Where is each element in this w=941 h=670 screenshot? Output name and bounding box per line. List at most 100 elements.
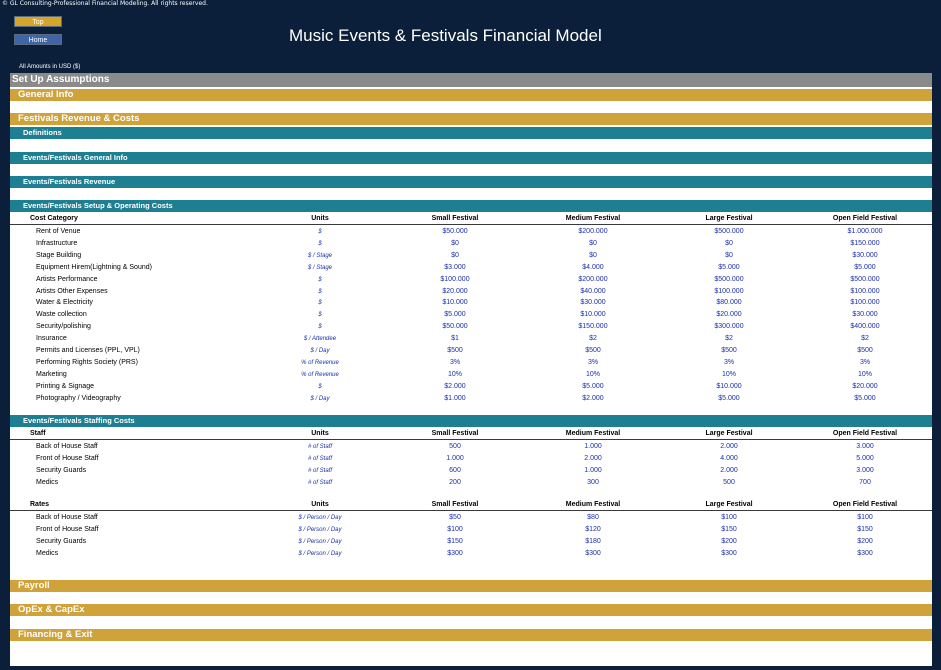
value-cell[interactable]: $1.000 [395,393,515,405]
value-cell[interactable]: $300.000 [669,321,789,333]
value-cell[interactable]: $80 [533,512,653,524]
top-button[interactable]: Top [14,16,62,27]
value-cell[interactable]: $1 [395,333,515,345]
value-cell[interactable]: $0 [395,238,515,250]
section-events-setup-costs[interactable]: Events/Festivals Setup & Operating Costs [10,200,932,212]
value-cell[interactable]: 10% [533,369,653,381]
value-cell[interactable]: $200 [669,536,789,548]
value-cell[interactable]: $500 [669,345,789,357]
section-opex-capex[interactable]: OpEx & CapEx [10,604,932,616]
value-cell[interactable]: 3.000 [805,441,925,453]
value-cell[interactable]: $20.000 [805,381,925,393]
value-cell[interactable]: $20.000 [395,286,515,298]
value-cell[interactable]: $150.000 [533,321,653,333]
value-cell[interactable]: 200 [395,477,515,489]
value-cell[interactable]: 500 [395,441,515,453]
value-cell[interactable]: 3.000 [805,465,925,477]
value-cell[interactable]: 500 [669,477,789,489]
value-cell[interactable]: $30.000 [533,297,653,309]
value-cell[interactable]: $300 [669,548,789,560]
value-cell[interactable]: $0 [533,250,653,262]
value-cell[interactable]: $500.000 [805,274,925,286]
value-cell[interactable]: 5.000 [805,453,925,465]
value-cell[interactable]: $50.000 [395,321,515,333]
value-cell[interactable]: $100.000 [805,286,925,298]
section-setup-assumptions[interactable]: Set Up Assumptions [10,73,932,87]
value-cell[interactable]: 1.000 [533,441,653,453]
value-cell[interactable]: 3% [805,357,925,369]
value-cell[interactable]: $500.000 [669,226,789,238]
value-cell[interactable]: 10% [669,369,789,381]
value-cell[interactable]: $30.000 [805,309,925,321]
value-cell[interactable]: $500 [395,345,515,357]
value-cell[interactable]: $0 [669,250,789,262]
value-cell[interactable]: $1.000.000 [805,226,925,238]
value-cell[interactable]: $100 [805,512,925,524]
value-cell[interactable]: $2.000 [395,381,515,393]
section-financing-exit[interactable]: Financing & Exit [10,629,932,641]
value-cell[interactable]: $5.000 [533,381,653,393]
value-cell[interactable]: $2 [669,333,789,345]
value-cell[interactable]: $150 [395,536,515,548]
value-cell[interactable]: $5.000 [805,262,925,274]
value-cell[interactable]: 3% [669,357,789,369]
value-cell[interactable]: $200 [805,536,925,548]
value-cell[interactable]: $5.000 [669,262,789,274]
value-cell[interactable]: $150 [805,524,925,536]
value-cell[interactable]: 3% [395,357,515,369]
value-cell[interactable]: $4.000 [533,262,653,274]
value-cell[interactable]: $20.000 [669,309,789,321]
value-cell[interactable]: $100.000 [669,286,789,298]
value-cell[interactable]: $100.000 [805,297,925,309]
value-cell[interactable]: 2.000 [533,453,653,465]
value-cell[interactable]: $10.000 [669,381,789,393]
value-cell[interactable]: 2.000 [669,441,789,453]
value-cell[interactable]: $100 [669,512,789,524]
value-cell[interactable]: $400.000 [805,321,925,333]
value-cell[interactable]: $200.000 [533,226,653,238]
section-revenue-costs[interactable]: Festivals Revenue & Costs [10,113,932,125]
value-cell[interactable]: $3.000 [395,262,515,274]
value-cell[interactable]: 300 [533,477,653,489]
value-cell[interactable]: $300 [805,548,925,560]
value-cell[interactable]: $50.000 [395,226,515,238]
value-cell[interactable]: $2.000 [533,393,653,405]
value-cell[interactable]: $80.000 [669,297,789,309]
section-definitions[interactable]: Definitions [10,127,932,139]
value-cell[interactable]: $2 [533,333,653,345]
value-cell[interactable]: $300 [533,548,653,560]
value-cell[interactable]: $150.000 [805,238,925,250]
value-cell[interactable]: $300 [395,548,515,560]
value-cell[interactable]: $100 [395,524,515,536]
value-cell[interactable]: $200.000 [533,274,653,286]
section-events-revenue[interactable]: Events/Festivals Revenue [10,176,932,188]
value-cell[interactable]: 10% [395,369,515,381]
value-cell[interactable]: $10.000 [395,297,515,309]
value-cell[interactable]: $5.000 [395,309,515,321]
value-cell[interactable]: $40.000 [533,286,653,298]
value-cell[interactable]: $150 [669,524,789,536]
value-cell[interactable]: 600 [395,465,515,477]
value-cell[interactable]: 2.000 [669,465,789,477]
value-cell[interactable]: $0 [395,250,515,262]
section-events-staffing[interactable]: Events/Festivals Staffing Costs [10,415,932,427]
value-cell[interactable]: $100.000 [395,274,515,286]
value-cell[interactable]: $0 [533,238,653,250]
value-cell[interactable]: $500 [533,345,653,357]
section-events-general-info[interactable]: Events/Festivals General Info [10,152,932,164]
value-cell[interactable]: $30.000 [805,250,925,262]
section-general-info[interactable]: General Info [10,89,932,101]
value-cell[interactable]: $2 [805,333,925,345]
value-cell[interactable]: $500 [805,345,925,357]
value-cell[interactable]: $180 [533,536,653,548]
value-cell[interactable]: 700 [805,477,925,489]
value-cell[interactable]: $120 [533,524,653,536]
value-cell[interactable]: 4.000 [669,453,789,465]
value-cell[interactable]: 1.000 [533,465,653,477]
value-cell[interactable]: $5.000 [669,393,789,405]
value-cell[interactable]: $50 [395,512,515,524]
value-cell[interactable]: $500.000 [669,274,789,286]
value-cell[interactable]: 3% [533,357,653,369]
value-cell[interactable]: 10% [805,369,925,381]
value-cell[interactable]: $0 [669,238,789,250]
